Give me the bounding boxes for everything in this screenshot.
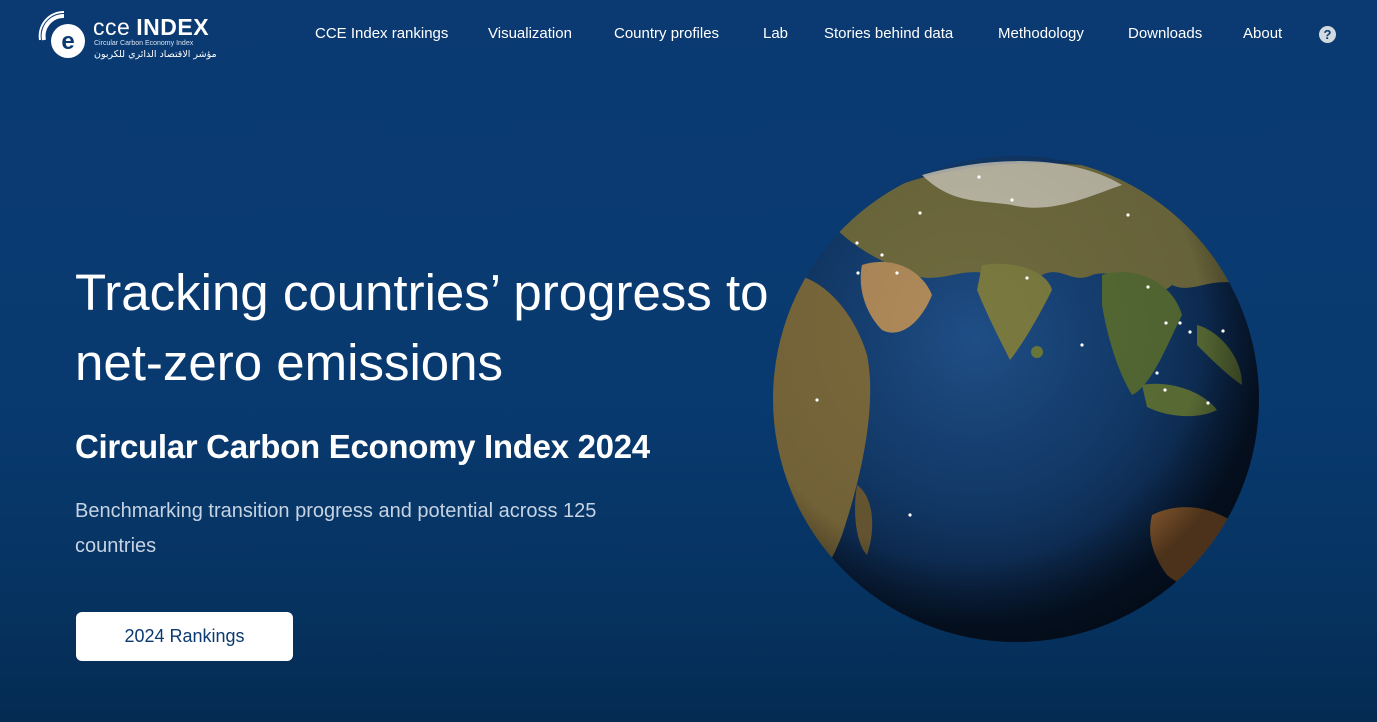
help-icon[interactable]: ? [1319,26,1336,43]
nav-methodology[interactable]: Methodology [998,25,1084,42]
nav-downloads[interactable]: Downloads [1128,25,1202,42]
hero-subtitle: Circular Carbon Economy Index 2024 [75,428,650,465]
rankings-button[interactable]: 2024 Rankings [76,612,293,661]
hero-title: Tracking countries’ progress to net-zero… [75,264,769,391]
nav-cce-index-rankings[interactable]: CCE Index rankings [315,25,448,42]
nav-country-profiles[interactable]: Country profiles [614,25,719,42]
hero-description: Benchmarking transition progress and pot… [75,500,597,557]
nav-lab[interactable]: Lab [763,25,788,42]
nav-stories-behind-data[interactable]: Stories behind data [824,25,953,42]
nav-visualization[interactable]: Visualization [488,25,572,42]
globe-visual[interactable] [772,155,1260,643]
main-nav: CCE Index rankings Visualization Country… [0,0,1377,68]
nav-about[interactable]: About [1243,25,1282,42]
